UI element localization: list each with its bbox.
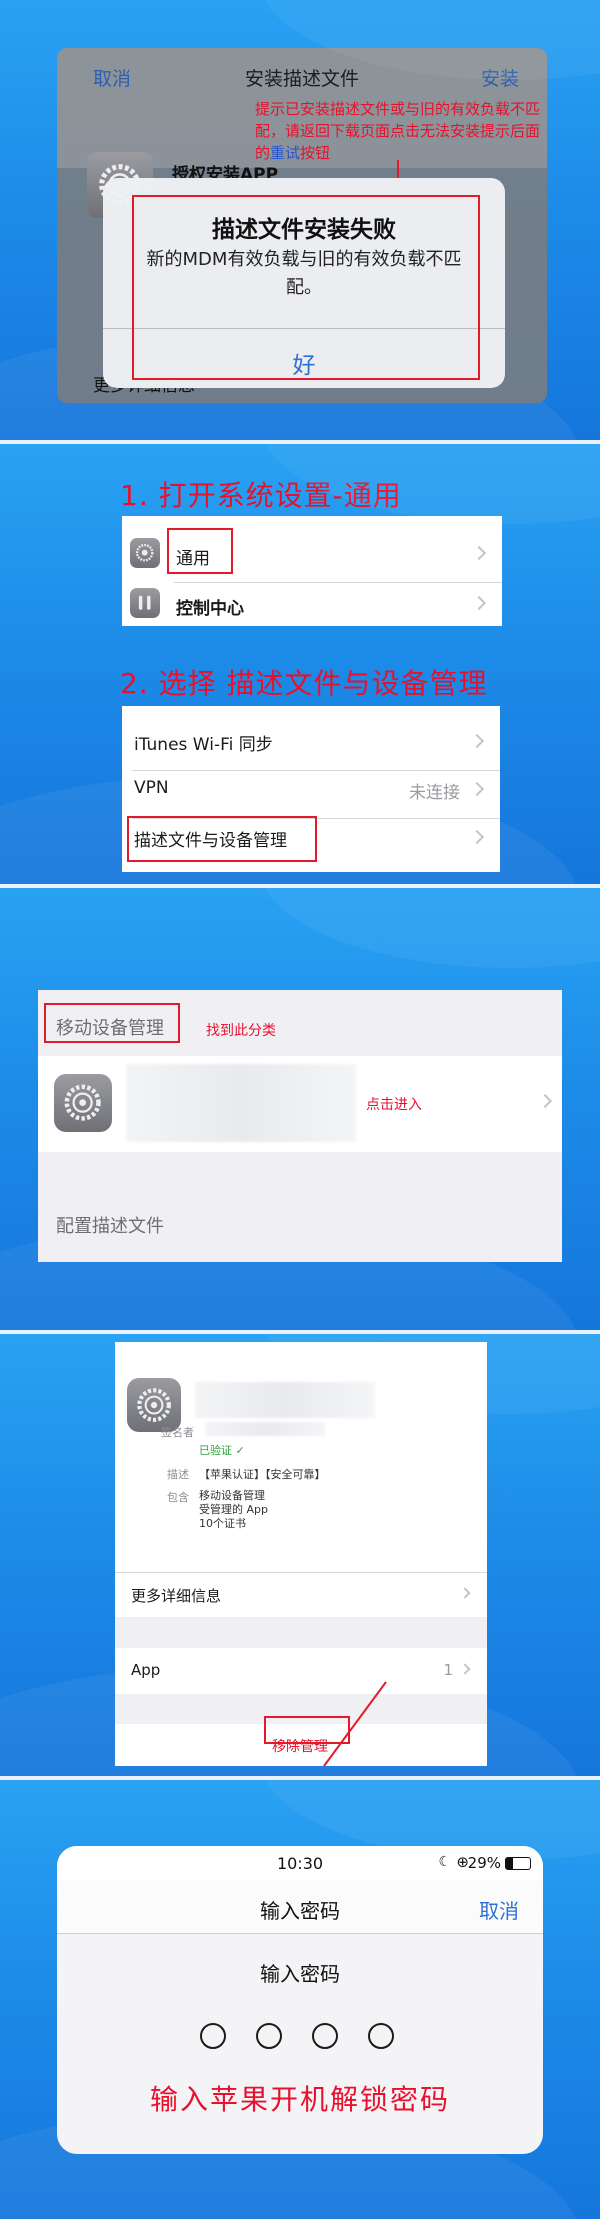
passcode-dot-3 bbox=[312, 2023, 338, 2049]
blurred-signer bbox=[205, 1422, 325, 1436]
chevron-right-icon bbox=[469, 829, 485, 845]
profile-detail: 签名者 已验证 ✓ 描述 【苹果认证】【安全可靠】 包含 移动设备管理 受管理的… bbox=[115, 1342, 487, 1766]
passcode-prompt: 输入密码 bbox=[260, 1962, 340, 1986]
step2-title: 2. 选择 描述文件与设备管理 bbox=[120, 667, 488, 700]
desc-value: 【苹果认证】【安全可靠】 bbox=[199, 1468, 326, 1481]
config-profiles-header: 配置描述文件 bbox=[56, 1216, 164, 1237]
app-count: 1 bbox=[443, 1661, 453, 1679]
moon-icon: ☾ bbox=[438, 1854, 451, 1870]
battery-icon bbox=[505, 1857, 531, 1870]
chevron-right-icon bbox=[459, 1587, 471, 1599]
highlight-profiles bbox=[127, 816, 317, 862]
section-find-mdm: 移动设备管理 找到此分类 点击进入 配置描述文件 bbox=[0, 888, 600, 1330]
passcode-dot-2 bbox=[256, 2023, 282, 2049]
install-button[interactable]: 安装 bbox=[481, 64, 519, 91]
instruction-note: 提示已安装描述文件或与旧的有效负载不匹配，请返回下载页面点击无法安装提示后面的重… bbox=[255, 100, 541, 162]
find-category-hint: 找到此分类 bbox=[206, 1023, 276, 1039]
signer-label: 签名者 bbox=[161, 1426, 194, 1439]
chevron-right-icon bbox=[469, 733, 485, 749]
passcode-dot-4 bbox=[368, 2023, 394, 2049]
pointer-line bbox=[323, 1681, 387, 1767]
battery-percent: 29% bbox=[467, 1854, 501, 1872]
section-open-settings: 1. 打开系统设置-通用 通用 控制中心 2. 选择 描述文件与设备管理 iTu… bbox=[0, 444, 600, 884]
nav-title: 输入密码 bbox=[260, 1899, 340, 1923]
step1-title: 1. 打开系统设置-通用 bbox=[120, 479, 402, 512]
control-center-icon bbox=[130, 588, 160, 618]
chevron-right-icon bbox=[469, 781, 485, 797]
desc-label: 描述 bbox=[167, 1468, 189, 1481]
app-row[interactable]: App 1 bbox=[115, 1648, 487, 1694]
blurred-profile-name bbox=[126, 1064, 356, 1142]
blurred-profile-title bbox=[195, 1382, 375, 1418]
chevron-right-icon bbox=[459, 1663, 471, 1675]
sheet-title: 安装描述文件 bbox=[244, 68, 359, 90]
status-bar: 10:30 ☾ ⊕ 29% bbox=[57, 1846, 543, 1880]
nav-bar: 输入密码 取消 bbox=[57, 1880, 543, 1934]
passcode-screen: 10:30 ☾ ⊕ 29% 输入密码 取消 输入密码 输入苹果开机解锁密码 bbox=[57, 1846, 543, 2154]
more-info-row[interactable]: 更多详细信息 bbox=[115, 1573, 487, 1617]
passcode-dot-1 bbox=[200, 2023, 226, 2049]
control-center-row[interactable]: 控制中心 bbox=[176, 594, 244, 619]
retry-word: 重试 bbox=[270, 144, 301, 162]
section-remove-management: 签名者 已验证 ✓ 描述 【苹果认证】【安全可靠】 包含 移动设备管理 受管理的… bbox=[0, 1334, 600, 1776]
section-install-failed: 取消 安装描述文件 安装 授权安装APP 更多详细信息 提示已安装描述文件或与旧… bbox=[0, 0, 600, 440]
tap-to-enter-hint: 点击进入 bbox=[366, 1097, 422, 1113]
vpn-row[interactable]: VPN bbox=[134, 778, 169, 798]
chevron-right-icon bbox=[537, 1093, 553, 1109]
profile-gear-icon bbox=[54, 1074, 112, 1132]
verified-label: 已验证 ✓ bbox=[199, 1444, 245, 1457]
mdm-profile-row[interactable]: 点击进入 bbox=[38, 1056, 562, 1152]
chevron-right-icon bbox=[471, 595, 487, 611]
itunes-wifi-row[interactable]: iTunes Wi-Fi 同步 bbox=[134, 730, 273, 755]
contains-list: 移动设备管理 受管理的 App 10个证书 bbox=[199, 1489, 268, 1530]
contains-label: 包含 bbox=[167, 1491, 189, 1504]
highlight-box bbox=[132, 195, 480, 380]
passcode-hint: 输入苹果开机解锁密码 bbox=[149, 2083, 450, 2116]
vpn-status: 未连接 bbox=[409, 783, 460, 803]
highlight-mdm-header bbox=[44, 1003, 180, 1043]
cancel-button[interactable]: 取消 bbox=[479, 1895, 519, 1924]
chevron-right-icon bbox=[471, 545, 487, 561]
highlight-general bbox=[167, 528, 233, 574]
general-gear-icon bbox=[130, 538, 160, 568]
